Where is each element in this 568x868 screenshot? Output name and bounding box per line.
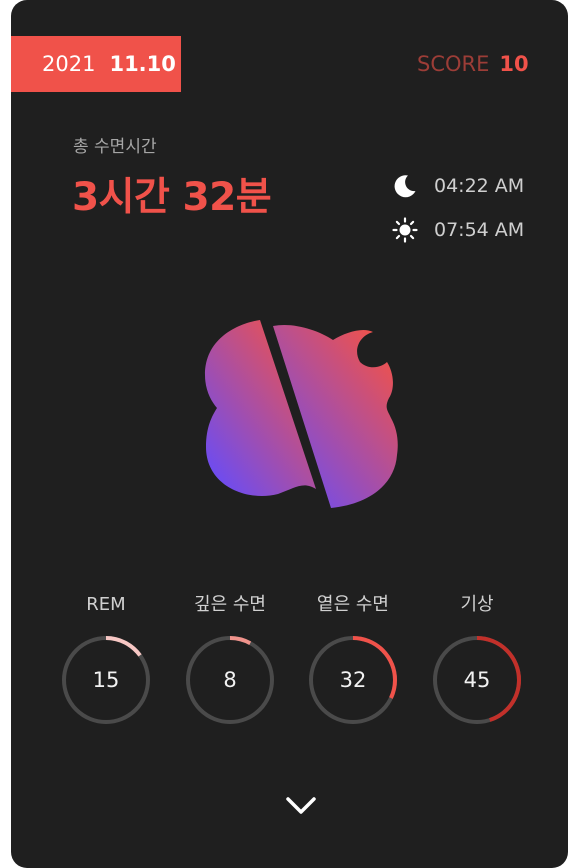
wake-time-row: 07:54 AM xyxy=(392,215,524,245)
wake-time-value: 07:54 AM xyxy=(434,219,525,241)
total-sleep-label: 총 수면시간 xyxy=(73,137,157,157)
stat-ring: 15 xyxy=(60,634,152,726)
stat-ring: 8 xyxy=(184,634,276,726)
score-label: SCORE xyxy=(417,52,490,76)
stat-ring: 45 xyxy=(431,634,523,726)
stat-value: 45 xyxy=(463,668,491,692)
stat-awake: 기상 45 xyxy=(422,590,532,726)
stat-deep-sleep: 깊은 수면 8 xyxy=(175,590,285,726)
score: SCORE 10 xyxy=(417,48,529,80)
stat-rem: REM 15 xyxy=(51,590,161,726)
score-value: 10 xyxy=(499,52,529,76)
stat-value: 32 xyxy=(339,668,367,692)
stat-label: 옅은 수면 xyxy=(317,594,389,615)
date-badge: 2021 11.10 xyxy=(11,36,181,92)
stat-label: REM xyxy=(86,594,126,615)
sleep-logo xyxy=(205,320,398,508)
stat-label: 기상 xyxy=(460,594,494,615)
total-sleep-value: 3시간 32분 xyxy=(72,175,272,220)
sun-icon xyxy=(392,217,418,243)
stat-label: 깊은 수면 xyxy=(194,594,266,615)
chevron-down-icon[interactable] xyxy=(281,790,321,822)
stat-ring: 32 xyxy=(307,634,399,726)
stat-value: 8 xyxy=(223,668,237,692)
stat-value: 15 xyxy=(92,668,120,692)
date-month-day: 11.10 xyxy=(109,52,176,76)
date-year: 2021 xyxy=(42,52,96,76)
moon-icon xyxy=(392,173,418,199)
stat-light-sleep: 옅은 수면 32 xyxy=(298,590,408,726)
bedtime-row: 04:22 AM xyxy=(392,171,524,201)
sleep-card: 2021 11.10 SCORE 10 총 수면시간 3시간 32분 04:22… xyxy=(11,0,568,868)
bedtime-value: 04:22 AM xyxy=(434,175,525,197)
